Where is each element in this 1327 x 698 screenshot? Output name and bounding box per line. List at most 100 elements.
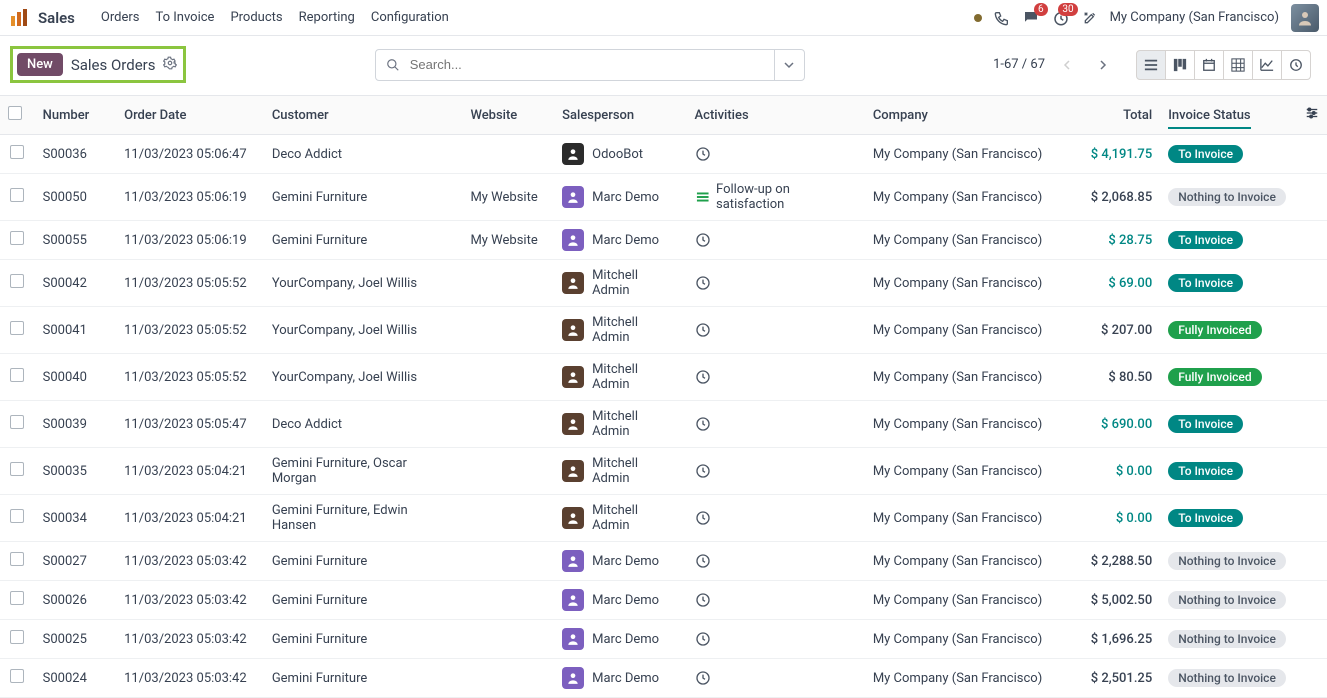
clock-icon[interactable] bbox=[695, 146, 857, 162]
cell-salesperson: Marc Demo bbox=[554, 174, 686, 221]
col-salesperson[interactable]: Salesperson bbox=[554, 96, 686, 135]
row-checkbox[interactable] bbox=[10, 188, 24, 202]
cell-salesperson: Mitchell Admin bbox=[554, 307, 686, 354]
top-nav: Sales OrdersTo InvoiceProductsReportingC… bbox=[0, 0, 1327, 36]
row-checkbox[interactable] bbox=[10, 274, 24, 288]
clock-icon[interactable] bbox=[695, 510, 857, 526]
cell-date: 11/03/2023 05:05:52 bbox=[116, 354, 264, 401]
view-kanban[interactable] bbox=[1165, 50, 1195, 80]
cell-date: 11/03/2023 05:05:52 bbox=[116, 260, 264, 307]
col-company[interactable]: Company bbox=[865, 96, 1059, 135]
cell-date: 11/03/2023 05:03:42 bbox=[116, 659, 264, 698]
col-customer[interactable]: Customer bbox=[264, 96, 463, 135]
cell-status: Nothing to Invoice bbox=[1160, 659, 1296, 698]
menu-products[interactable]: Products bbox=[222, 4, 290, 31]
table-row[interactable]: S0002411/03/2023 05:03:42Gemini Furnitur… bbox=[0, 659, 1327, 698]
cell-total: $ 80.50 bbox=[1058, 354, 1160, 401]
col-order-date[interactable]: Order Date bbox=[116, 96, 264, 135]
table-row[interactable]: S0003611/03/2023 05:06:47Deco AddictOdoo… bbox=[0, 135, 1327, 174]
menu-orders[interactable]: Orders bbox=[93, 4, 148, 31]
col-activities[interactable]: Activities bbox=[687, 96, 865, 135]
cell-activities bbox=[687, 495, 865, 542]
clock-icon[interactable] bbox=[695, 670, 857, 686]
col-invoice-status[interactable]: Invoice Status bbox=[1160, 96, 1296, 135]
cell-date: 11/03/2023 05:03:42 bbox=[116, 581, 264, 620]
row-checkbox[interactable] bbox=[10, 591, 24, 605]
clock-icon[interactable] bbox=[695, 322, 857, 338]
view-pivot[interactable] bbox=[1223, 50, 1253, 80]
table-row[interactable]: S0003911/03/2023 05:05:47Deco AddictMitc… bbox=[0, 401, 1327, 448]
menu-to-invoice[interactable]: To Invoice bbox=[147, 4, 222, 31]
clock-icon[interactable] bbox=[695, 553, 857, 569]
cell-company: My Company (San Francisco) bbox=[865, 174, 1059, 221]
menu-configuration[interactable]: Configuration bbox=[363, 4, 457, 31]
cell-company: My Company (San Francisco) bbox=[865, 260, 1059, 307]
pager-range[interactable]: 1-67 / 67 bbox=[993, 57, 1045, 72]
row-checkbox[interactable] bbox=[10, 145, 24, 159]
select-all-checkbox[interactable] bbox=[8, 106, 22, 120]
cell-status: Nothing to Invoice bbox=[1160, 620, 1296, 659]
view-activity[interactable] bbox=[1281, 50, 1311, 80]
row-checkbox[interactable] bbox=[10, 630, 24, 644]
table-row[interactable]: S0005011/03/2023 05:06:19Gemini Furnitur… bbox=[0, 174, 1327, 221]
tools-icon[interactable] bbox=[1082, 10, 1098, 26]
clock-icon[interactable] bbox=[695, 463, 857, 479]
row-checkbox[interactable] bbox=[10, 321, 24, 335]
row-checkbox[interactable] bbox=[10, 669, 24, 683]
row-checkbox[interactable] bbox=[10, 231, 24, 245]
clock-icon[interactable] bbox=[695, 592, 857, 608]
pager-prev[interactable] bbox=[1053, 51, 1081, 79]
new-button[interactable]: New bbox=[17, 53, 63, 76]
cell-salesperson: Mitchell Admin bbox=[554, 495, 686, 542]
clock-icon[interactable] bbox=[695, 369, 857, 385]
view-list[interactable] bbox=[1136, 50, 1166, 80]
table-row[interactable]: S0003511/03/2023 05:04:21Gemini Furnitur… bbox=[0, 448, 1327, 495]
phone-icon[interactable] bbox=[994, 10, 1010, 26]
cell-company: My Company (San Francisco) bbox=[865, 448, 1059, 495]
col-options[interactable] bbox=[1296, 96, 1327, 135]
cell-website bbox=[462, 620, 554, 659]
user-avatar[interactable] bbox=[1291, 4, 1319, 32]
messages-icon[interactable]: 6 bbox=[1022, 9, 1040, 27]
clock-icon[interactable] bbox=[695, 416, 857, 432]
view-graph[interactable] bbox=[1252, 50, 1282, 80]
cell-company: My Company (San Francisco) bbox=[865, 620, 1059, 659]
app-icon[interactable] bbox=[8, 7, 30, 29]
search-options-toggle[interactable] bbox=[774, 50, 804, 80]
search-input[interactable] bbox=[408, 56, 764, 73]
row-checkbox[interactable] bbox=[10, 462, 24, 476]
table-row[interactable]: S0003411/03/2023 05:04:21Gemini Furnitur… bbox=[0, 495, 1327, 542]
view-calendar[interactable] bbox=[1194, 50, 1224, 80]
col-website[interactable]: Website bbox=[462, 96, 554, 135]
row-checkbox[interactable] bbox=[10, 368, 24, 382]
gear-icon[interactable] bbox=[163, 56, 177, 74]
cell-customer: YourCompany, Joel Willis bbox=[264, 307, 463, 354]
company-switcher[interactable]: My Company (San Francisco) bbox=[1110, 10, 1279, 25]
timer-badge: 30 bbox=[1058, 3, 1077, 16]
cell-website bbox=[462, 307, 554, 354]
row-checkbox[interactable] bbox=[10, 415, 24, 429]
menu-reporting[interactable]: Reporting bbox=[291, 4, 363, 31]
cell-salesperson: Mitchell Admin bbox=[554, 260, 686, 307]
cell-salesperson: Mitchell Admin bbox=[554, 354, 686, 401]
app-name[interactable]: Sales bbox=[38, 9, 75, 27]
table-row[interactable]: S0002611/03/2023 05:03:42Gemini Furnitur… bbox=[0, 581, 1327, 620]
breadcrumb: Sales Orders bbox=[71, 56, 156, 74]
clock-icon[interactable] bbox=[695, 275, 857, 291]
salesperson-avatar bbox=[562, 550, 584, 572]
clock-icon[interactable] bbox=[695, 232, 857, 248]
table-row[interactable]: S0004111/03/2023 05:05:52YourCompany, Jo… bbox=[0, 307, 1327, 354]
row-checkbox[interactable] bbox=[10, 509, 24, 523]
col-number[interactable]: Number bbox=[35, 96, 116, 135]
table-row[interactable]: S0005511/03/2023 05:06:19Gemini Furnitur… bbox=[0, 221, 1327, 260]
table-row[interactable]: S0002711/03/2023 05:03:42Gemini Furnitur… bbox=[0, 542, 1327, 581]
row-checkbox[interactable] bbox=[10, 552, 24, 566]
table-row[interactable]: S0002511/03/2023 05:03:42Gemini Furnitur… bbox=[0, 620, 1327, 659]
col-total[interactable]: Total bbox=[1058, 96, 1160, 135]
invoice-status-pill: To Invoice bbox=[1168, 415, 1243, 433]
table-row[interactable]: S0004211/03/2023 05:05:52YourCompany, Jo… bbox=[0, 260, 1327, 307]
pager-next[interactable] bbox=[1089, 51, 1117, 79]
table-row[interactable]: S0004011/03/2023 05:05:52YourCompany, Jo… bbox=[0, 354, 1327, 401]
timer-icon[interactable]: 30 bbox=[1052, 9, 1070, 27]
clock-icon[interactable] bbox=[695, 631, 857, 647]
